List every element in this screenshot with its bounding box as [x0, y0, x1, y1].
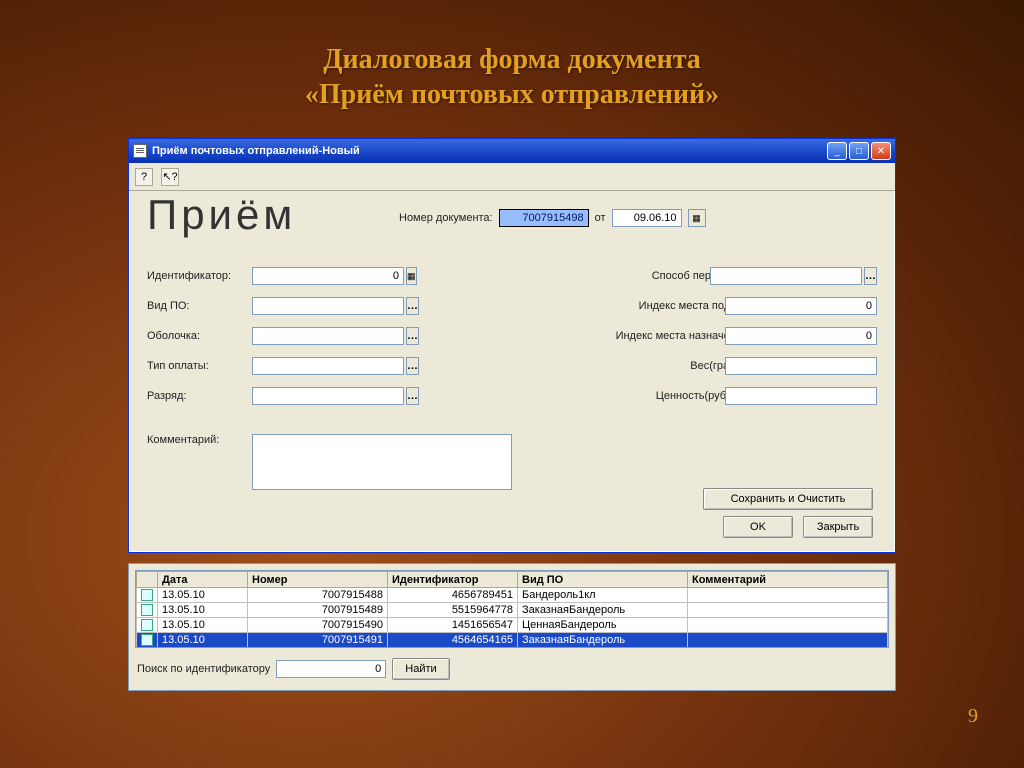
pay-type-picker[interactable]: …	[406, 357, 419, 375]
table-cell: 7007915489	[248, 603, 388, 618]
table-cell: 4564654165	[388, 633, 518, 648]
po-type-picker[interactable]: …	[406, 297, 419, 315]
find-button[interactable]: Найти	[392, 658, 449, 680]
table-cell	[688, 618, 888, 633]
table-row[interactable]: 13.05.1070079154901451656547ЦеннаяБандер…	[137, 618, 888, 633]
doc-date-input[interactable]	[612, 209, 682, 227]
column-header[interactable]: Номер	[248, 572, 388, 588]
table-cell	[688, 603, 888, 618]
help-button[interactable]: ?	[135, 168, 153, 186]
identifier-calc-icon[interactable]: ▦	[406, 267, 417, 285]
table-cell: 7007915488	[248, 588, 388, 603]
table-cell: ЗаказнаяБандероль	[518, 603, 688, 618]
calendar-icon[interactable]: ▦	[688, 209, 706, 227]
doc-number-input[interactable]	[499, 209, 589, 227]
search-row: Поиск по идентификатору Найти	[129, 654, 895, 684]
window-title: Приём почтовых отправлений-Новый	[152, 145, 825, 157]
comment-label: Комментарий:	[147, 434, 246, 490]
identifier-input[interactable]	[252, 267, 404, 285]
table-cell: 13.05.10	[158, 633, 248, 648]
whats-this-button[interactable]: ↖?	[161, 168, 179, 186]
rank-input[interactable]	[252, 387, 404, 405]
row-status-icon	[141, 604, 153, 616]
pay-type-input[interactable]	[252, 357, 404, 375]
in-index-input[interactable]	[725, 297, 877, 315]
save-clear-button[interactable]: Сохранить и Очистить	[703, 488, 873, 510]
dest-index-input[interactable]	[725, 327, 877, 345]
rank-picker[interactable]: …	[406, 387, 419, 405]
table-cell: 5515964778	[388, 603, 518, 618]
table-cell: 7007915491	[248, 633, 388, 648]
po-type-input[interactable]	[252, 297, 404, 315]
search-input[interactable]	[276, 660, 386, 678]
list-table-container[interactable]: ДатаНомерИдентификаторВид ПОКомментарий …	[135, 570, 889, 648]
dialog-window: Приём почтовых отправлений-Новый _ □ ✕ ?…	[128, 138, 896, 553]
table-cell: 13.05.10	[158, 618, 248, 633]
minimize-button[interactable]: _	[827, 142, 847, 160]
titlebar[interactable]: Приём почтовых отправлений-Новый _ □ ✕	[129, 139, 895, 163]
slide-title: Диалоговая форма документа «Приём почтов…	[0, 0, 1024, 112]
column-header[interactable]: Вид ПО	[518, 572, 688, 588]
identifier-label: Идентификатор:	[147, 270, 252, 282]
send-method-input[interactable]	[710, 267, 862, 285]
table-cell: ЗаказнаяБандероль	[518, 633, 688, 648]
form-grid: Идентификатор: ▦ Способ пересылки: … Вид…	[147, 261, 877, 411]
po-type-label: Вид ПО:	[147, 300, 252, 312]
shell-label: Оболочка:	[147, 330, 252, 342]
rank-label: Разряд:	[147, 390, 252, 402]
ok-button[interactable]: OK	[723, 516, 793, 538]
shell-input[interactable]	[252, 327, 404, 345]
from-label: от	[595, 212, 606, 224]
table-cell: ЦеннаяБандероль	[518, 618, 688, 633]
row-status-icon	[141, 589, 153, 601]
table-cell: 13.05.10	[158, 588, 248, 603]
form-body: Приём Номер документа: от ▦ Идентификато…	[129, 191, 895, 552]
page-number: 9	[968, 705, 978, 728]
table-row[interactable]: 13.05.1070079154914564654165ЗаказнаяБанд…	[137, 633, 888, 648]
doc-number-label: Номер документа:	[399, 212, 493, 224]
shell-picker[interactable]: …	[406, 327, 419, 345]
table-cell: 4656789451	[388, 588, 518, 603]
table-cell: Бандероль1кл	[518, 588, 688, 603]
search-label: Поиск по идентификатору	[137, 663, 270, 675]
slide-title-line2: «Приём почтовых отправлений»	[0, 77, 1024, 112]
value-input[interactable]	[725, 387, 877, 405]
maximize-button[interactable]: □	[849, 142, 869, 160]
table-cell: 7007915490	[248, 618, 388, 633]
table-cell	[688, 633, 888, 648]
button-bar: Сохранить и Очистить OK Закрыть	[703, 488, 873, 538]
doc-number-row: Номер документа: от ▦	[399, 209, 706, 227]
table-cell: 1451656547	[388, 618, 518, 633]
list-window: ДатаНомерИдентификаторВид ПОКомментарий …	[128, 563, 896, 691]
send-method-picker[interactable]: …	[864, 267, 877, 285]
column-header[interactable]: Комментарий	[688, 572, 888, 588]
table-row[interactable]: 13.05.1070079154895515964778ЗаказнаяБанд…	[137, 603, 888, 618]
table-cell: 13.05.10	[158, 603, 248, 618]
table-row[interactable]: 13.05.1070079154884656789451Бандероль1кл	[137, 588, 888, 603]
records-table: ДатаНомерИдентификаторВид ПОКомментарий …	[136, 571, 888, 648]
slide-title-line1: Диалоговая форма документа	[0, 42, 1024, 77]
column-header[interactable]: Идентификатор	[388, 572, 518, 588]
close-form-button[interactable]: Закрыть	[803, 516, 873, 538]
toolbar: ? ↖?	[129, 163, 895, 191]
close-button[interactable]: ✕	[871, 142, 891, 160]
column-header[interactable]: Дата	[158, 572, 248, 588]
comment-row: Комментарий:	[147, 434, 512, 490]
row-status-icon	[141, 619, 153, 631]
table-cell	[688, 588, 888, 603]
pay-type-label: Тип оплаты:	[147, 360, 252, 372]
document-icon	[133, 144, 147, 158]
comment-textarea[interactable]	[252, 434, 512, 490]
hero-label: Приём	[147, 191, 296, 239]
row-status-icon	[141, 634, 153, 646]
weight-input[interactable]	[725, 357, 877, 375]
